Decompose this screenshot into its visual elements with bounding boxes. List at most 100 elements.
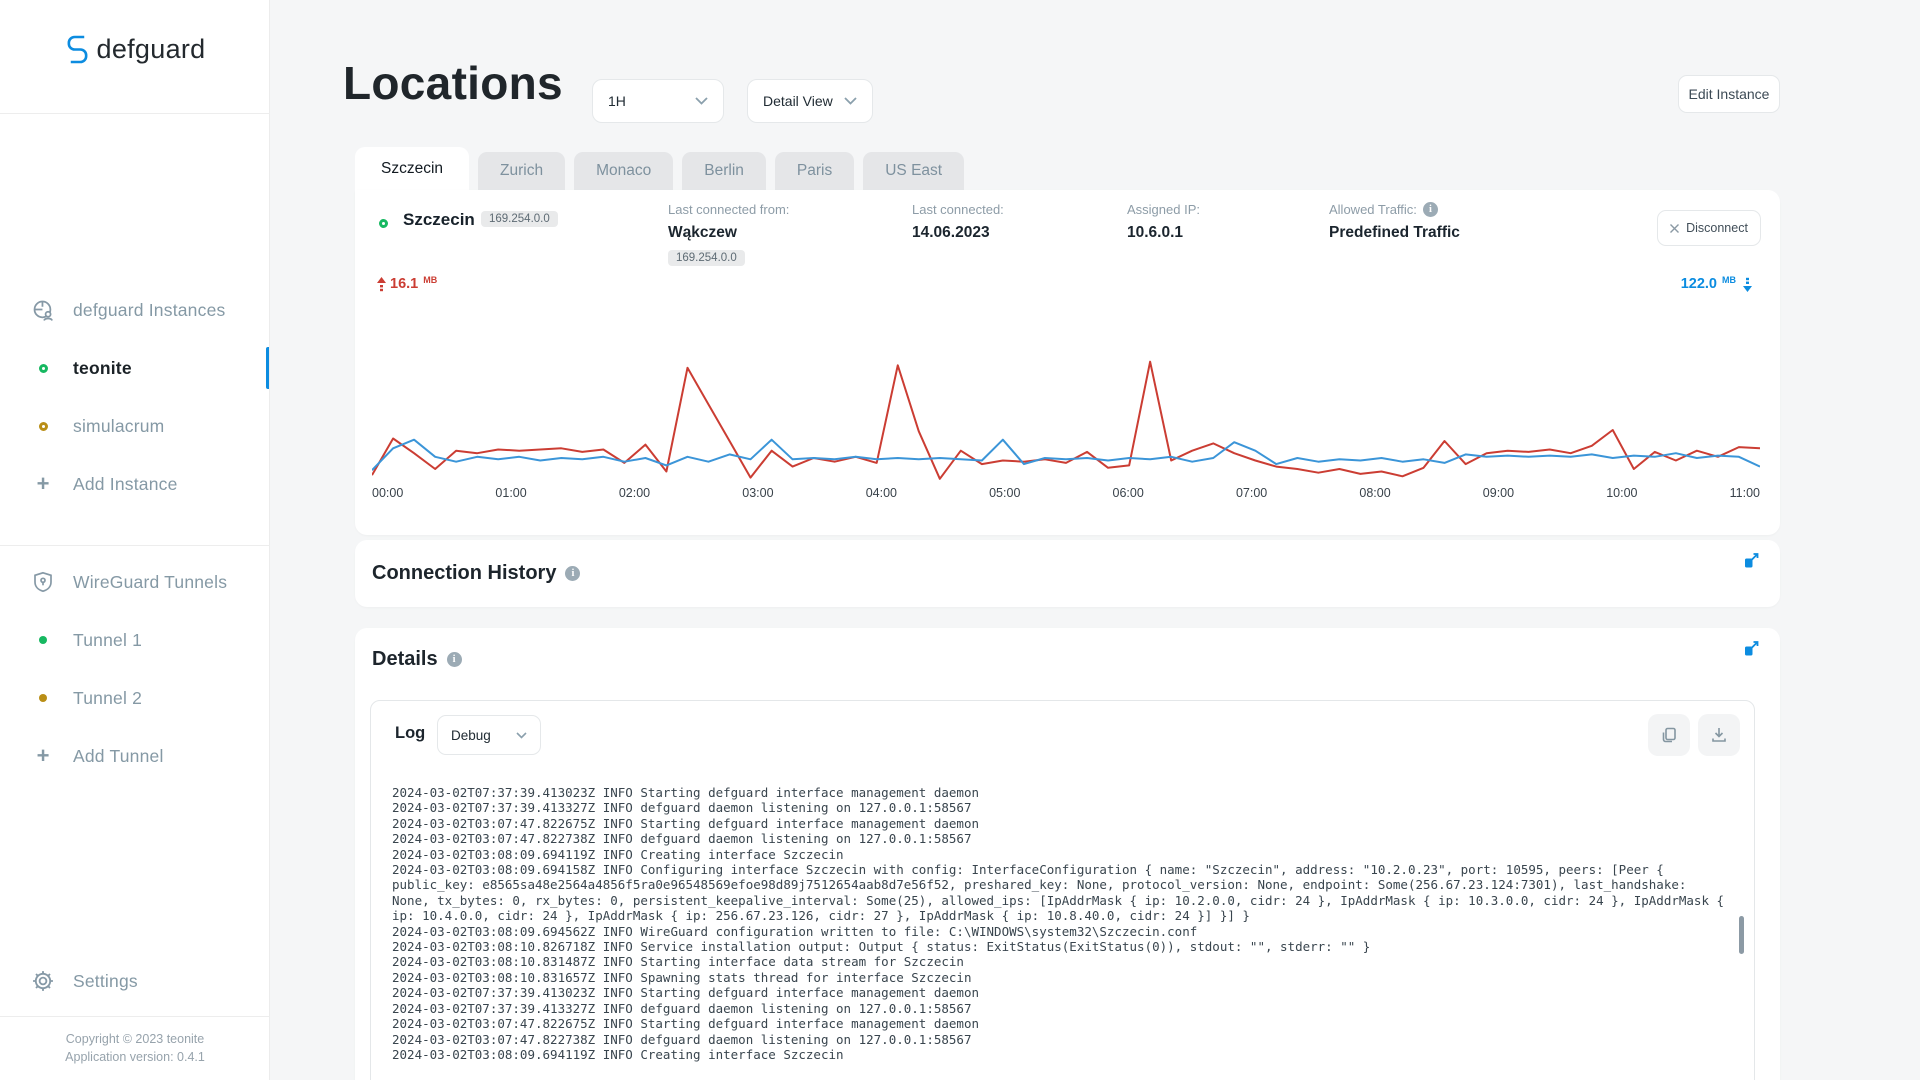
tab-zurich[interactable]: Zurich bbox=[478, 152, 566, 190]
tab-szczecin[interactable]: Szczecin bbox=[355, 147, 470, 190]
plus-icon: + bbox=[36, 743, 50, 768]
main-content: Locations 1H Detail View Edit Instance S… bbox=[270, 0, 1920, 1080]
last-connected-value: 14.06.2023 bbox=[912, 224, 990, 241]
status-ring-gold-icon bbox=[28, 421, 58, 431]
x-tick-label: 05:00 bbox=[989, 486, 1021, 500]
traffic-chart-svg bbox=[372, 358, 1760, 480]
log-scrollbar[interactable] bbox=[1739, 916, 1744, 954]
info-icon[interactable] bbox=[1422, 202, 1438, 217]
log-line: 2024-03-02T03:08:10.831487Z INFO Startin… bbox=[392, 954, 964, 970]
sidebar-item-tunnel-1[interactable]: Tunnel 1 bbox=[0, 619, 270, 661]
log-level-value: Debug bbox=[451, 727, 491, 743]
assigned-ip-label: Assigned IP: bbox=[1127, 202, 1200, 217]
assigned-ip-value: 10.6.0.1 bbox=[1127, 224, 1184, 241]
download-icon bbox=[1709, 725, 1729, 745]
last-connected-from-label: Last connected from: bbox=[668, 202, 790, 217]
sidebar-item-label: Add Instance bbox=[73, 473, 178, 494]
location-tabs: Szczecin Zurich Monaco Berlin Paris US E… bbox=[355, 147, 965, 190]
tab-paris[interactable]: Paris bbox=[774, 152, 855, 190]
sidebar-item-add-instance[interactable]: + Add Instance bbox=[0, 463, 270, 505]
network-user-icon bbox=[28, 298, 58, 323]
log-line: 2024-03-02T03:07:47.822675Z INFO Startin… bbox=[392, 1016, 979, 1032]
log-line: 2024-03-02T03:08:10.826718Z INFO Service… bbox=[392, 939, 1371, 955]
sidebar-footer: Copyright © 2023 teonite Application ver… bbox=[0, 1030, 270, 1066]
sidebar-divider bbox=[0, 545, 270, 546]
x-tick-label: 08:00 bbox=[1359, 486, 1391, 500]
location-status-icon bbox=[379, 215, 388, 233]
status-dot-gold-icon bbox=[28, 694, 58, 702]
location-name: Szczecin bbox=[403, 210, 475, 229]
sidebar-item-label: Tunnel 1 bbox=[73, 629, 143, 650]
time-range-value: 1H bbox=[608, 93, 626, 109]
last-connected-from-value: Wąkczew bbox=[668, 224, 737, 241]
info-icon[interactable] bbox=[446, 652, 462, 667]
chart-x-axis: 00:00 01:00 02:00 03:00 04:00 05:00 06:00 07:00… bbox=[372, 486, 1760, 500]
disconnect-button[interactable]: Disconnect bbox=[1657, 210, 1761, 246]
shield-icon bbox=[28, 570, 58, 594]
sidebar-item-label: teonite bbox=[73, 357, 132, 378]
log-line: 2024-03-02T07:37:39.413023Z INFO Startin… bbox=[392, 785, 979, 800]
x-tick-label: 07:00 bbox=[1235, 486, 1268, 500]
app-version-text: Application version: 0.4.1 bbox=[65, 1050, 205, 1065]
location-card: Szczecin 169.254.0.0 Last connected from… bbox=[355, 190, 1780, 535]
log-level-select[interactable]: Debug bbox=[437, 715, 541, 755]
log-line: 2024-03-02T03:08:09.694158Z INFO Configu… bbox=[392, 862, 1732, 924]
info-icon[interactable] bbox=[565, 566, 581, 581]
log-panel: Log Debug 2024-03-02T07:37:39.413023Z IN… bbox=[370, 700, 1755, 1080]
chevron-down-icon bbox=[516, 731, 527, 739]
copyright-text: Copyright © 2023 teonite bbox=[65, 1032, 205, 1046]
sidebar-item-tunnel-2[interactable]: Tunnel 2 bbox=[0, 677, 270, 719]
sidebar-item-label: simulacrum bbox=[73, 415, 165, 436]
sidebar-item-teonite[interactable]: teonite bbox=[0, 347, 270, 389]
log-line: 2024-03-02T03:07:47.822738Z INFO defguar… bbox=[392, 1031, 972, 1047]
time-range-select[interactable]: 1H bbox=[592, 79, 724, 123]
sidebar-item-settings[interactable]: Settings bbox=[0, 960, 270, 1002]
expand-icon[interactable] bbox=[1743, 552, 1760, 569]
plus-icon: + bbox=[36, 471, 50, 496]
log-line: 2024-03-02T07:37:39.413023Z INFO Startin… bbox=[392, 985, 979, 1001]
download-value: 122.0 bbox=[1680, 276, 1717, 292]
tab-us-east[interactable]: US East bbox=[863, 152, 965, 190]
brand-wordmark: defguard bbox=[96, 34, 206, 64]
connection-history-title: Connection History bbox=[372, 562, 557, 584]
tab-berlin[interactable]: Berlin bbox=[682, 152, 766, 190]
log-line: 2024-03-02T03:07:47.822738Z INFO defguar… bbox=[392, 831, 972, 847]
log-line: 2024-03-02T07:37:39.413327Z INFO defguar… bbox=[392, 1000, 972, 1016]
defguard-logo[interactable]: defguard bbox=[0, 34, 270, 65]
upload-arrow-icon bbox=[377, 276, 386, 292]
sidebar-item-simulacrum[interactable]: simulacrum bbox=[0, 405, 270, 447]
sidebar-item-label: defguard Instances bbox=[73, 299, 226, 320]
last-connected: Last connected: 14.06.2023 bbox=[912, 202, 1004, 242]
defguard-logo-icon bbox=[65, 34, 90, 65]
close-icon bbox=[1670, 223, 1680, 233]
upload-unit: MB bbox=[423, 275, 438, 285]
location-ip-badge: 169.254.0.0 bbox=[481, 211, 558, 227]
sidebar-item-defguard-instances[interactable]: defguard Instances bbox=[0, 289, 270, 331]
sidebar-item-add-tunnel[interactable]: + Add Tunnel bbox=[0, 735, 270, 777]
log-line: 2024-03-02T03:08:09.694119Z INFO Creatin… bbox=[392, 1046, 844, 1062]
log-line: 2024-03-02T03:08:10.831657Z INFO Spawnin… bbox=[392, 969, 972, 985]
x-tick-label: 06:00 bbox=[1112, 486, 1144, 500]
download-unit: MB bbox=[1722, 275, 1736, 285]
chevron-down-icon bbox=[844, 97, 857, 105]
allowed-traffic-value: Predefined Traffic bbox=[1329, 224, 1460, 241]
connection-history-card: Connection History bbox=[355, 540, 1780, 607]
expand-icon[interactable] bbox=[1743, 640, 1760, 657]
x-tick-label: 04:00 bbox=[865, 486, 897, 500]
sidebar-item-wireguard-tunnels[interactable]: WireGuard Tunnels bbox=[0, 561, 270, 603]
edit-instance-button[interactable]: Edit Instance bbox=[1678, 75, 1780, 113]
last-connected-from: Last connected from: Wąkczew 169.254.0.0 bbox=[668, 202, 789, 266]
x-tick-label: 00:00 bbox=[372, 486, 404, 500]
sidebar-item-label: WireGuard Tunnels bbox=[73, 571, 228, 592]
tab-monaco[interactable]: Monaco bbox=[574, 152, 674, 190]
download-log-button[interactable] bbox=[1698, 714, 1740, 756]
copy-icon bbox=[1659, 725, 1679, 745]
x-tick-label: 09:00 bbox=[1482, 486, 1515, 500]
details-card: Details Log Debug bbox=[355, 628, 1780, 1080]
sidebar-item-label: Add Tunnel bbox=[73, 745, 164, 766]
traffic-chart bbox=[372, 358, 1760, 480]
allowed-traffic: Allowed Traffic: Predefined Traffic bbox=[1329, 202, 1460, 242]
copy-log-button[interactable] bbox=[1648, 714, 1690, 756]
view-mode-select[interactable]: Detail View bbox=[747, 79, 873, 123]
page-title: Locations bbox=[343, 57, 563, 109]
